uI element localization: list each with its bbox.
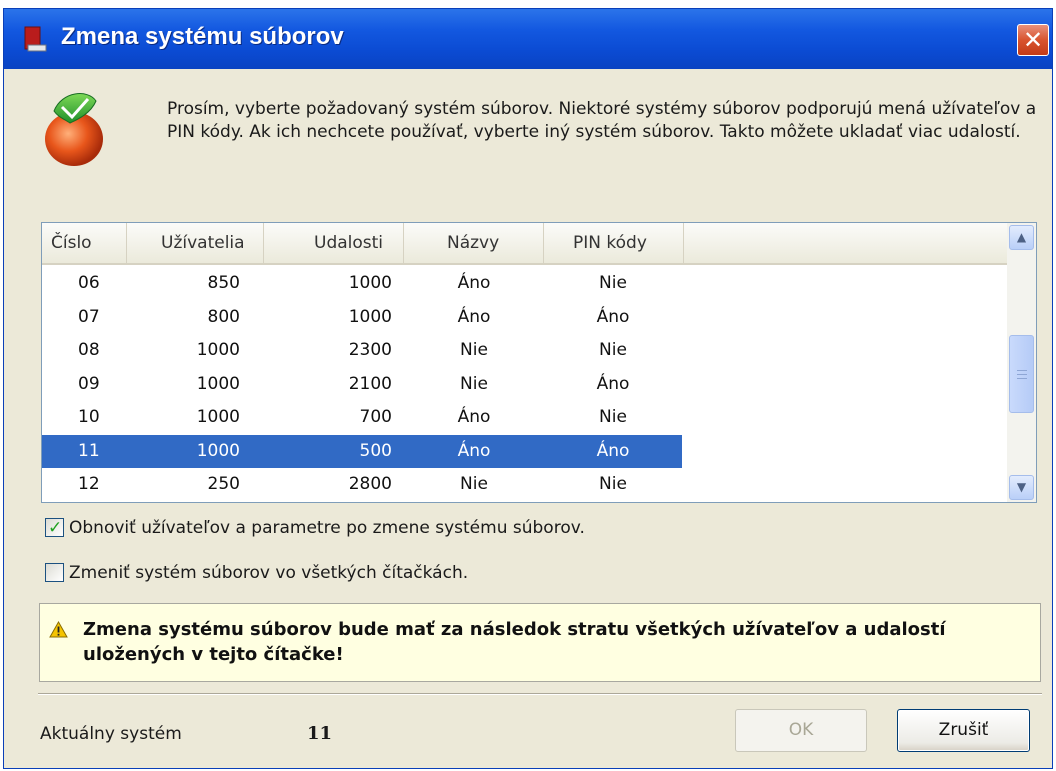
table-cell: Nie: [599, 273, 627, 293]
table-cell: 1000: [348, 306, 392, 327]
title-bar[interactable]: Zmena systému súborov ✕: [4, 9, 1052, 69]
table-cell: Nie: [599, 340, 627, 360]
restore-users-checkbox[interactable]: ✓: [45, 518, 64, 538]
table-cell: Áno: [596, 440, 630, 461]
thumb-grip-line: [1017, 374, 1027, 375]
column-header-names[interactable]: Názvy: [404, 223, 544, 263]
table-cell: 700: [359, 407, 392, 427]
table-cell: Áno: [457, 273, 491, 293]
cancel-button[interactable]: Zrušiť: [897, 709, 1030, 752]
footer-separator: [38, 693, 1042, 695]
table-cell: 06: [78, 273, 100, 293]
apple-logo-icon: [45, 93, 103, 166]
table-cell: Nie: [460, 474, 488, 494]
table-cell: 2800: [348, 474, 392, 494]
table-cell: 11: [78, 440, 100, 461]
table-cell: 250: [207, 474, 240, 494]
table-cell: Nie: [599, 474, 627, 494]
table-cell: 1000: [196, 340, 240, 360]
column-header-number-label: Číslo: [51, 233, 92, 253]
thumb-grip-line: [1017, 378, 1027, 379]
warning-box: Zmena systému súborov bude mať za násled…: [39, 603, 1041, 682]
thumb-grip-line: [1017, 370, 1027, 371]
scroll-thumb[interactable]: [1009, 335, 1034, 413]
column-header-events-label: Udalosti: [314, 233, 384, 253]
change-all-readers-label[interactable]: Zmeniť systém súborov vo všetkých čítačk…: [69, 561, 468, 585]
column-header-names-label: Názvy: [447, 233, 500, 253]
table-cell: 2100: [348, 373, 392, 394]
table-cell: 2300: [348, 340, 392, 360]
table-cell: 800: [207, 306, 240, 327]
change-all-readers-checkbox[interactable]: [45, 563, 64, 582]
column-header-users[interactable]: Užívatelia: [127, 223, 264, 263]
scroll-up-button[interactable]: ▲: [1009, 225, 1034, 250]
table-cell: Áno: [457, 306, 491, 327]
table-cell: 10: [78, 407, 100, 427]
table-cell: 07: [78, 306, 100, 327]
table-row[interactable]: 12 250 2800 Nie Nie: [42, 468, 682, 501]
column-header-users-label: Užívatelia: [161, 233, 245, 253]
table-cell: Áno: [596, 306, 630, 327]
table-cell: 12: [78, 474, 100, 494]
column-header-pin[interactable]: PIN kódy: [544, 223, 684, 263]
column-header-events[interactable]: Udalosti: [264, 223, 404, 263]
table-cell: 1000: [196, 440, 240, 461]
warning-text: Zmena systému súborov bude mať za násled…: [83, 619, 946, 665]
table-cell: 08: [78, 340, 100, 360]
table-cell: 500: [359, 440, 392, 461]
table-row[interactable]: 06 850 1000 Áno Nie: [42, 267, 682, 300]
column-header-pin-label: PIN kódy: [573, 233, 647, 253]
file-system-dialog: Zmena systému súborov ✕ Prosím, vyberte …: [3, 8, 1053, 769]
table-cell: Nie: [460, 373, 488, 394]
table-cell: 850: [207, 273, 240, 293]
current-system-label: Aktuálny systém: [40, 724, 182, 744]
list-header: Číslo Užívatelia Udalosti Názvy PIN kódy: [42, 223, 1007, 265]
table-cell: Áno: [457, 407, 491, 427]
file-system-list[interactable]: Číslo Užívatelia Udalosti Názvy PIN kódy…: [41, 222, 1037, 503]
checkmark-icon: ✓: [48, 518, 63, 538]
table-cell: 09: [78, 373, 100, 394]
close-button[interactable]: ✕: [1017, 24, 1049, 56]
instruction-text: Prosím, vyberte požadovaný systém súboro…: [167, 99, 1037, 142]
table-cell: Áno: [457, 440, 491, 461]
table-cell: Nie: [460, 340, 488, 360]
table-cell: 1000: [196, 407, 240, 427]
table-cell: 1000: [348, 273, 392, 293]
table-row[interactable]: 11 1000 500 Áno Áno: [42, 434, 682, 468]
vertical-scrollbar[interactable]: ▲ ▼: [1007, 223, 1036, 502]
window-title: Zmena systému súborov: [61, 23, 344, 50]
restore-users-label[interactable]: Obnoviť užívateľov a parametre po zmene …: [69, 516, 585, 540]
table-row[interactable]: 07 800 1000 Áno Áno: [42, 301, 682, 334]
table-row[interactable]: 08 1000 2300 Nie Nie: [42, 334, 682, 367]
scroll-down-button[interactable]: ▼: [1009, 475, 1034, 500]
current-system-value: 11: [307, 723, 333, 744]
table-row[interactable]: 09 1000 2100 Nie Áno: [42, 368, 682, 401]
column-header-number[interactable]: Číslo: [42, 223, 127, 263]
app-icon: [24, 26, 47, 52]
warning-triangle-icon: [49, 621, 68, 638]
table-row[interactable]: 10 1000 700 Áno Nie: [42, 401, 682, 434]
table-cell: Áno: [596, 373, 630, 394]
table-cell: 1000: [196, 373, 240, 394]
ok-button[interactable]: OK: [735, 709, 867, 752]
table-cell: Nie: [599, 407, 627, 427]
